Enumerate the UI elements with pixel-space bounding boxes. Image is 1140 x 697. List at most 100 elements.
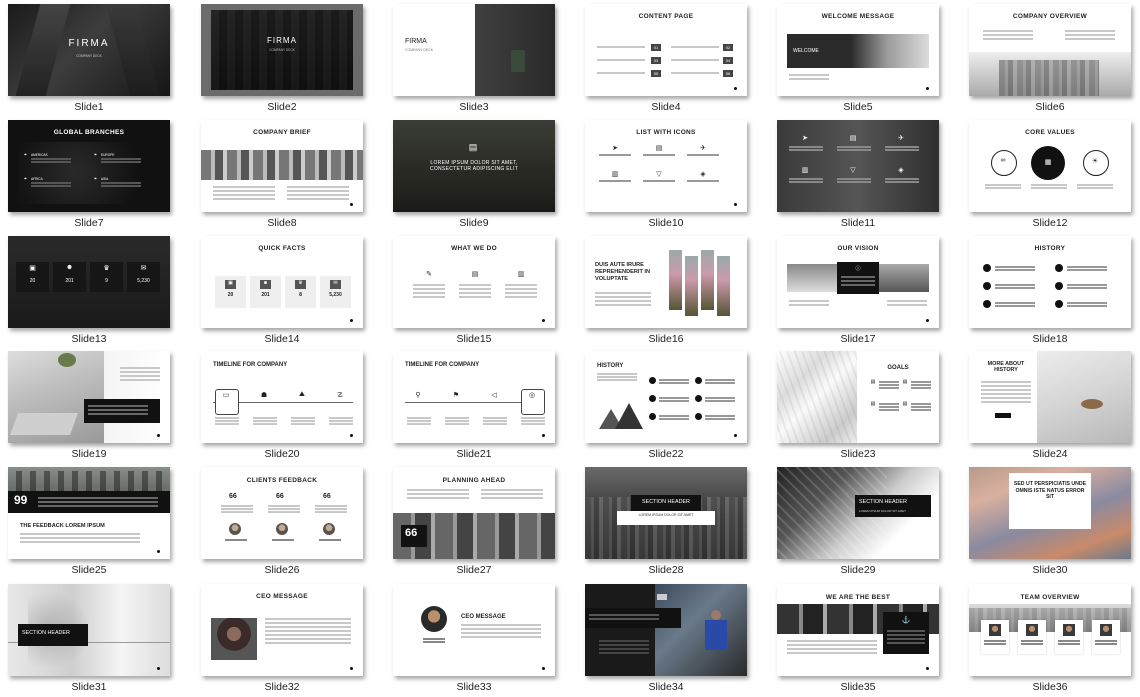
slide-thumbnail[interactable]: WELCOME MESSAGE WELCOME xyxy=(777,4,939,96)
slide-thumbnail[interactable]: FIRMA COMPANY DECK xyxy=(201,4,363,96)
history-marker xyxy=(1055,300,1063,308)
slide-thumbnail[interactable]: TIMELINE FOR COMPANY ⚲ ⚑ ◁ ◎ xyxy=(393,351,555,443)
slide-thumbnail[interactable]: QUICK FACTS ▣ 20 ☻ 201 ♛ 8 ✉ 5,230 xyxy=(201,236,363,328)
slide-thumbnail[interactable]: CEO MESSAGE xyxy=(393,584,555,676)
slide-thumbnail-cell[interactable]: ▤ LOREM IPSUM DOLOR SIT AMET, CONSECTETUR… xyxy=(393,120,563,229)
slide-thumbnail-cell[interactable]: ▣ 20 ☻ 201 ♛ 9 ✉ 5,230 Slide13 xyxy=(8,236,178,345)
text-line xyxy=(911,406,931,408)
slide-thumbnail[interactable]: FIRMA COMPANY DECK xyxy=(8,4,170,96)
text-line xyxy=(659,415,689,417)
page-indicator xyxy=(157,550,160,553)
slide-thumbnail[interactable]: SECTION HEADER xyxy=(8,584,170,676)
text-line xyxy=(687,180,719,182)
text-line xyxy=(1065,38,1115,40)
slide-thumbnail-cell[interactable]: PLANNING AHEAD 66 Slide27 xyxy=(393,467,563,576)
slide-thumbnail-cell[interactable]: TIMELINE FOR COMPANY ▭ ☗ ⛰ ☡ Slide20 xyxy=(201,351,371,460)
slide-thumbnail[interactable] xyxy=(8,351,170,443)
service-icon: ✎ xyxy=(426,271,432,278)
slide-thumbnail[interactable]: ➤ ▤ ✈ ▥ ▽ ◈ xyxy=(777,120,939,212)
text-line xyxy=(315,511,347,513)
slide-thumbnail-cell[interactable]: Slide19 xyxy=(8,351,178,460)
text-line xyxy=(291,420,315,422)
slide-thumbnail-cell[interactable]: 99 THE FEEDBACK LOREM IPSUM Slide25 xyxy=(8,467,178,576)
list-icon: ▥ xyxy=(801,167,809,174)
text-line xyxy=(879,381,899,383)
slide-thumbnail[interactable]: SECTION HEADER LOREM IPSUM DOLOR SIT AMET xyxy=(585,467,747,559)
slide-thumbnail-cell[interactable]: CLIENTS FEEDBACK 66 66 66 Slide26 xyxy=(201,467,371,576)
slide-thumbnail[interactable]: HISTORY xyxy=(969,236,1131,328)
slide-thumbnail[interactable]: LIST WITH ICONS ➤ ▤ ✈ ▥ ▽ ◈ xyxy=(585,120,747,212)
text-line xyxy=(911,381,931,383)
slide-thumbnail-cell[interactable]: GLOBAL BRANCHES ⌖ AMERICAS ⌖ EUROPE ⌖ AFRICA ⌖ A… xyxy=(8,120,178,229)
slide-thumbnail[interactable]: CLIENTS FEEDBACK 66 66 66 xyxy=(201,467,363,559)
slide-thumbnail[interactable]: COMPANY OVERVIEW xyxy=(969,4,1131,96)
stat-icon: ☻ xyxy=(65,264,74,271)
slide-thumbnail[interactable]: GLOBAL BRANCHES ⌖ AMERICAS ⌖ EUROPE ⌖ AFRICA ⌖ A… xyxy=(8,120,170,212)
slide-thumbnail-cell[interactable]: SECTION HEADER LOREM IPSUM DOLOR SIT AMET… xyxy=(777,467,947,576)
slide-thumbnail-cell[interactable]: GOALS ▤ ▤ ▤ ▤ Slide23 xyxy=(777,351,947,460)
slide-thumbnail-cell[interactable]: FIRMA COMPANY DECK Slide2 xyxy=(201,4,371,113)
slide-thumbnail-cell[interactable]: LIST WITH ICONS ➤ ▤ ✈ ▥ ▽ ◈ Slide10 xyxy=(585,120,755,229)
slide-thumbnail[interactable]: ▤ LOREM IPSUM DOLOR SIT AMET, CONSECTETUR… xyxy=(393,120,555,212)
slide-thumbnail[interactable]: TIMELINE FOR COMPANY ▭ ☗ ⛰ ☡ xyxy=(201,351,363,443)
slide-thumbnail[interactable]: TEAM OVERVIEW xyxy=(969,584,1131,676)
slide-thumbnail[interactable]: FIRMA COMPANY DECK xyxy=(393,4,555,96)
slide-thumbnail-cell[interactable]: QUICK FACTS ▣ 20 ☻ 201 ♛ 8 ✉ 5,230 Slide14 xyxy=(201,236,371,345)
slide-label: Slide13 xyxy=(71,333,107,345)
slide-thumbnail-cell[interactable]: CORE VALUES ∞ ▦ ☀ Slide12 xyxy=(969,120,1139,229)
quote-text: LOREM IPSUM DOLOR SIT AMET, CONSECTETUR … xyxy=(429,160,519,172)
text-line xyxy=(459,288,491,290)
side-table xyxy=(1081,399,1103,409)
slide-thumbnail[interactable]: MORE ABOUT HISTORY xyxy=(969,351,1131,443)
slide-thumbnail-cell[interactable]: ➤ ▤ ✈ ▥ ▽ ◈ Slide11 xyxy=(777,120,947,229)
slide-thumbnail[interactable]: 99 THE FEEDBACK LOREM IPSUM xyxy=(8,467,170,559)
slide-thumbnail-cell[interactable]: WELCOME MESSAGE WELCOME Slide5 xyxy=(777,4,947,113)
slide-thumbnail-cell[interactable]: HISTORY Slide22 xyxy=(585,351,755,460)
slide-thumbnail[interactable]: HISTORY xyxy=(585,351,747,443)
slide-thumbnail[interactable] xyxy=(585,584,747,676)
slide-label: Slide16 xyxy=(648,333,684,345)
text-line xyxy=(599,640,649,642)
slide-thumbnail[interactable]: SECTION HEADER LOREM IPSUM DOLOR SIT AMET xyxy=(777,467,939,559)
slide-thumbnail[interactable]: DUIS AUTE IRURE REPREHENDERIT IN VOLUPTA… xyxy=(585,236,747,328)
slide-label: Slide19 xyxy=(71,448,107,460)
slide-thumbnail[interactable]: PLANNING AHEAD 66 xyxy=(393,467,555,559)
slide-thumbnail-cell[interactable]: CONTENT PAGE 01 02 03 04 05 06 Slide4 xyxy=(585,4,755,113)
slide-thumbnail[interactable]: WE ARE THE BEST ⚓ xyxy=(777,584,939,676)
slide-thumbnail[interactable]: COMPANY BRIEF xyxy=(201,120,363,212)
slide-thumbnail-cell[interactable]: TEAM OVERVIEW Slide36 xyxy=(969,584,1139,693)
ceo-photo xyxy=(211,618,257,660)
slide-thumbnail-cell[interactable]: Slide34 xyxy=(585,584,755,693)
slide-thumbnail-cell[interactable]: CEO MESSAGE Slide32 xyxy=(201,584,371,693)
slide-thumbnail[interactable]: ▣ 20 ☻ 201 ♛ 9 ✉ 5,230 xyxy=(8,236,170,328)
slide-thumbnail-cell[interactable]: WE ARE THE BEST ⚓ Slide35 xyxy=(777,584,947,693)
text-line xyxy=(1058,643,1080,645)
slide-thumbnail-cell[interactable]: SECTION HEADER Slide31 xyxy=(8,584,178,693)
calendar-icon: ▦ xyxy=(1044,159,1052,166)
slide-thumbnail-cell[interactable]: CEO MESSAGE Slide33 xyxy=(393,584,563,693)
slide-label: Slide32 xyxy=(264,681,300,693)
slide-thumbnail-cell[interactable]: WHAT WE DO ✎ ▤ ▥ Slide15 xyxy=(393,236,563,345)
slide-thumbnail[interactable]: WHAT WE DO ✎ ▤ ▥ xyxy=(393,236,555,328)
slide-thumbnail-cell[interactable]: OUR VISION ⓘ Slide17 xyxy=(777,236,947,345)
text-line xyxy=(483,420,507,422)
slide-thumbnail-cell[interactable]: MORE ABOUT HISTORY Slide24 xyxy=(969,351,1139,460)
slide-thumbnail[interactable]: SED UT PERSPICIATIS UNDE OMNIS ISTE NATU… xyxy=(969,467,1131,559)
slide-thumbnail-cell[interactable]: TIMELINE FOR COMPANY ⚲ ⚑ ◁ ◎ Slide21 xyxy=(393,351,563,460)
slide-title: FIRMA xyxy=(68,38,110,49)
slide-thumbnail-cell[interactable]: SECTION HEADER LOREM IPSUM DOLOR SIT AMET… xyxy=(585,467,755,576)
slide-thumbnail[interactable]: CONTENT PAGE 01 02 03 04 05 06 xyxy=(585,4,747,96)
slide-thumbnail-cell[interactable]: COMPANY OVERVIEW Slide6 xyxy=(969,4,1139,113)
slide-thumbnail-cell[interactable]: COMPANY BRIEF Slide8 xyxy=(201,120,371,229)
text-line xyxy=(887,630,925,632)
slide-thumbnail-cell[interactable]: FIRMA COMPANY DECK Slide1 xyxy=(8,4,178,113)
slide-thumbnail[interactable]: CORE VALUES ∞ ▦ ☀ xyxy=(969,120,1131,212)
slide-thumbnail-cell[interactable]: DUIS AUTE IRURE REPREHENDERIT IN VOLUPTA… xyxy=(585,236,755,345)
slide-thumbnail[interactable]: OUR VISION ⓘ xyxy=(777,236,939,328)
slide-thumbnail-cell[interactable]: FIRMA COMPANY DECK Slide3 xyxy=(393,4,563,113)
slide-thumbnail[interactable]: CEO MESSAGE xyxy=(201,584,363,676)
slide-thumbnail-cell[interactable]: HISTORY Slide18 xyxy=(969,236,1139,345)
slide-thumbnail-cell[interactable]: SED UT PERSPICIATIS UNDE OMNIS ISTE NATU… xyxy=(969,467,1139,576)
text-line xyxy=(981,389,1031,391)
slide-thumbnail[interactable]: GOALS ▤ ▤ ▤ ▤ xyxy=(777,351,939,443)
